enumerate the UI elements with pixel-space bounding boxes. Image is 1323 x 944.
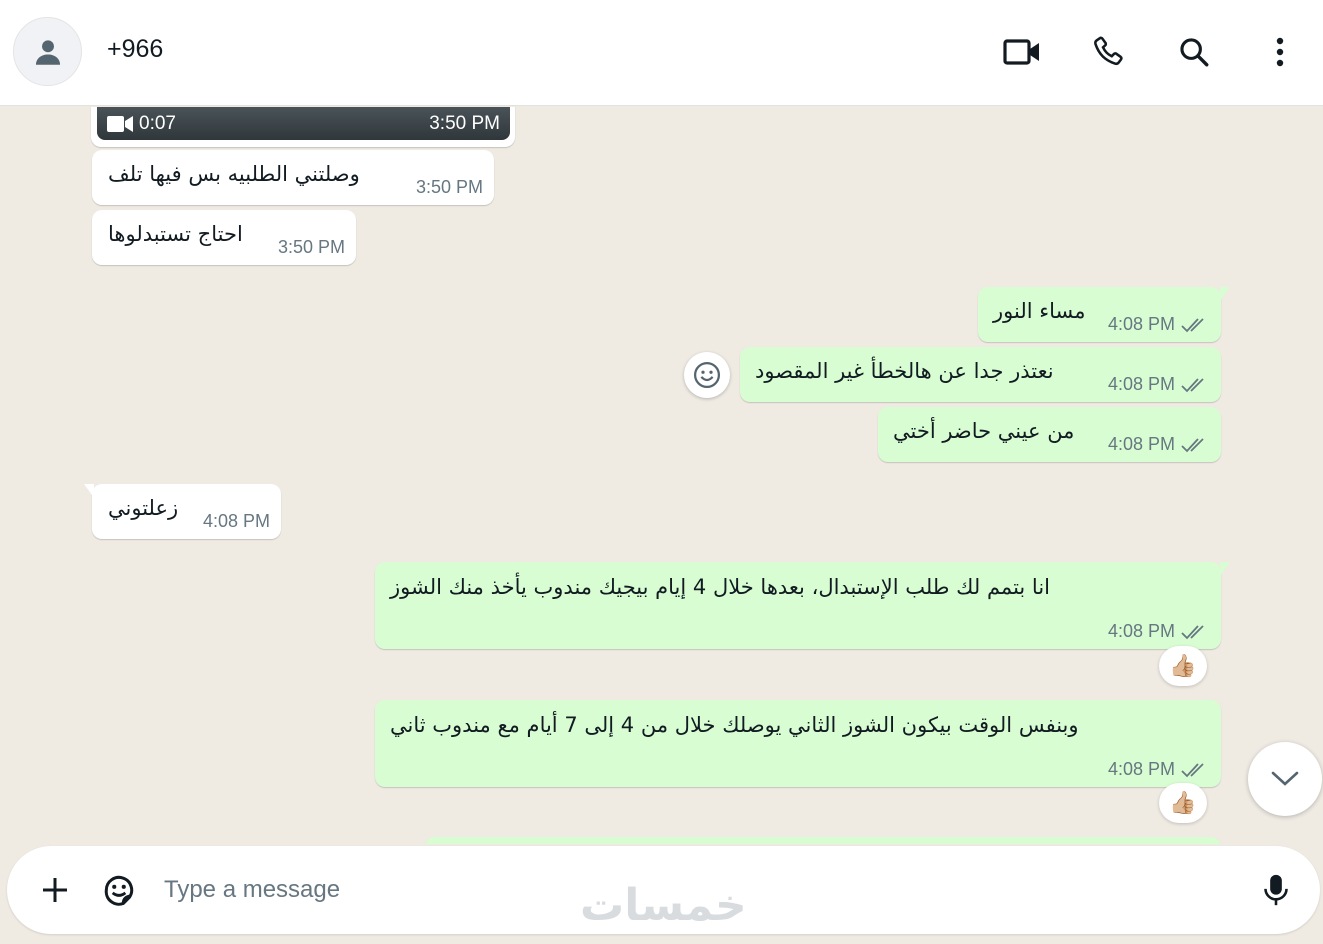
react-emoji-icon[interactable] <box>684 352 730 398</box>
thumbs-up-reaction[interactable]: 👍🏼 <box>1159 783 1207 823</box>
message-time: 4:08 PM <box>1107 314 1175 334</box>
message-text: وبنفس الوقت بيكون الشوز الثاني يوصلك خلا… <box>390 713 1079 737</box>
message-time: 3:50 PM <box>415 177 483 197</box>
message-text: انا بتمم لك طلب الإستبدال، بعدها خلال 4 … <box>390 575 1050 599</box>
message-text: من عيني حاضر أختي <box>893 419 1075 443</box>
message-text: زعلتوني <box>108 496 179 520</box>
double-check-icon <box>1181 762 1204 777</box>
thumbs-up-icon: 👍🏼 <box>1169 790 1197 816</box>
message-meta: 4:08 PM <box>1108 434 1209 455</box>
more-options-icon[interactable] <box>1258 30 1302 74</box>
voice-call-icon[interactable] <box>1086 30 1130 74</box>
message-bubble-outgoing[interactable]: مساء النور 4:08 PM <box>978 287 1230 342</box>
contact-avatar[interactable] <box>13 17 82 86</box>
default-user-icon <box>35 39 60 65</box>
message-bubble-outgoing-partial[interactable] <box>425 837 1221 844</box>
message-text: نعتذر جدا عن هالخطأ غير المقصود <box>755 359 1054 383</box>
video-info-bar: 0:07 3:50 PM <box>97 107 510 140</box>
watermark-logo: خمسات <box>580 880 748 931</box>
video-call-icon[interactable] <box>1000 30 1044 74</box>
attach-plus-icon[interactable] <box>33 868 77 912</box>
bubble-tail <box>1220 562 1230 576</box>
search-icon[interactable] <box>1172 30 1216 74</box>
message-meta: 4:08 PM <box>1108 374 1209 395</box>
chevron-down-icon <box>1271 771 1299 786</box>
video-camera-icon <box>107 116 133 132</box>
sticker-icon[interactable] <box>97 868 141 912</box>
thumbs-up-reaction[interactable]: 👍🏼 <box>1159 646 1207 686</box>
message-text: احتاج تستبدلوها <box>108 222 243 246</box>
double-check-icon <box>1181 317 1204 332</box>
message-time: 4:08 PM <box>1107 434 1175 454</box>
microphone-icon[interactable] <box>1254 868 1298 912</box>
thumbs-up-icon: 👍🏼 <box>1169 653 1197 679</box>
message-bubble-incoming[interactable]: زعلتوني 4:08 PM <box>84 484 281 539</box>
chat-header: +966 <box>0 0 1323 106</box>
contact-name[interactable]: +966 <box>107 35 163 64</box>
message-bubble-incoming[interactable]: احتاج تستبدلوها 3:50 PM <box>92 210 356 265</box>
message-bubble-outgoing[interactable]: نعتذر جدا عن هالخطأ غير المقصود 4:08 PM <box>740 347 1221 402</box>
video-message[interactable]: 0:07 3:50 PM <box>91 107 515 147</box>
bubble-tail <box>84 484 94 498</box>
message-text: وصلتني الطلبيه بس فيها تلف <box>108 162 360 186</box>
video-time: 3:50 PM <box>429 113 500 134</box>
message-bubble-outgoing[interactable]: انا بتمم لك طلب الإستبدال، بعدها خلال 4 … <box>375 562 1230 649</box>
message-bubble-outgoing[interactable]: وبنفس الوقت بيكون الشوز الثاني يوصلك خلا… <box>375 700 1221 787</box>
message-time: 4:08 PM <box>1107 621 1175 641</box>
message-time: 3:50 PM <box>277 237 345 257</box>
scroll-to-bottom-button[interactable] <box>1248 742 1322 816</box>
double-check-icon <box>1181 624 1204 639</box>
double-check-icon <box>1181 377 1204 392</box>
message-bubble-incoming[interactable]: وصلتني الطلبيه بس فيها تلف 3:50 PM <box>92 150 494 205</box>
message-meta: 4:08 PM <box>1108 759 1209 780</box>
message-time: 4:08 PM <box>1107 759 1175 779</box>
message-time: 4:08 PM <box>202 511 270 531</box>
message-time: 4:08 PM <box>1107 374 1175 394</box>
double-check-icon <box>1181 437 1204 452</box>
message-meta: 4:08 PM <box>1108 314 1209 335</box>
message-bubble-outgoing[interactable]: من عيني حاضر أختي 4:08 PM <box>878 407 1221 462</box>
bubble-tail <box>1220 287 1230 301</box>
video-duration: 0:07 <box>139 113 176 134</box>
message-text: مساء النور <box>993 299 1086 323</box>
message-list[interactable]: 0:07 3:50 PM وصلتني الطلبيه بس فيها تلف … <box>0 107 1323 844</box>
message-meta: 4:08 PM <box>1108 621 1209 642</box>
